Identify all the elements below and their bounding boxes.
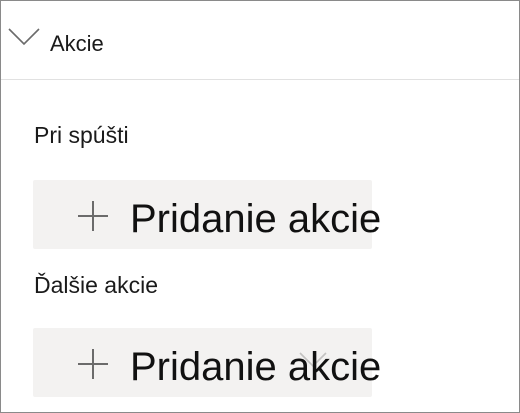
add-action-button-more[interactable]: Pridanie akcie	[33, 328, 381, 397]
section-label-more-actions: Ďalšie akcie	[34, 272, 158, 298]
add-action-button-trigger[interactable]: Pridanie akcie	[33, 180, 381, 249]
chevron-down-icon[interactable]	[8, 28, 40, 46]
add-action-button-label: Pridanie akcie	[130, 197, 382, 241]
section-label-on-trigger: Pri spúšti	[34, 122, 129, 148]
plus-icon	[78, 349, 108, 379]
actions-panel-header[interactable]: Akcie	[1, 1, 519, 80]
add-action-button-label: Pridanie akcie	[130, 345, 382, 389]
plus-icon	[78, 201, 108, 231]
actions-panel-title: Akcie	[50, 31, 104, 56]
actions-panel: Akcie Pri spúšti Pridanie akcie Ďalšie a…	[0, 0, 520, 413]
